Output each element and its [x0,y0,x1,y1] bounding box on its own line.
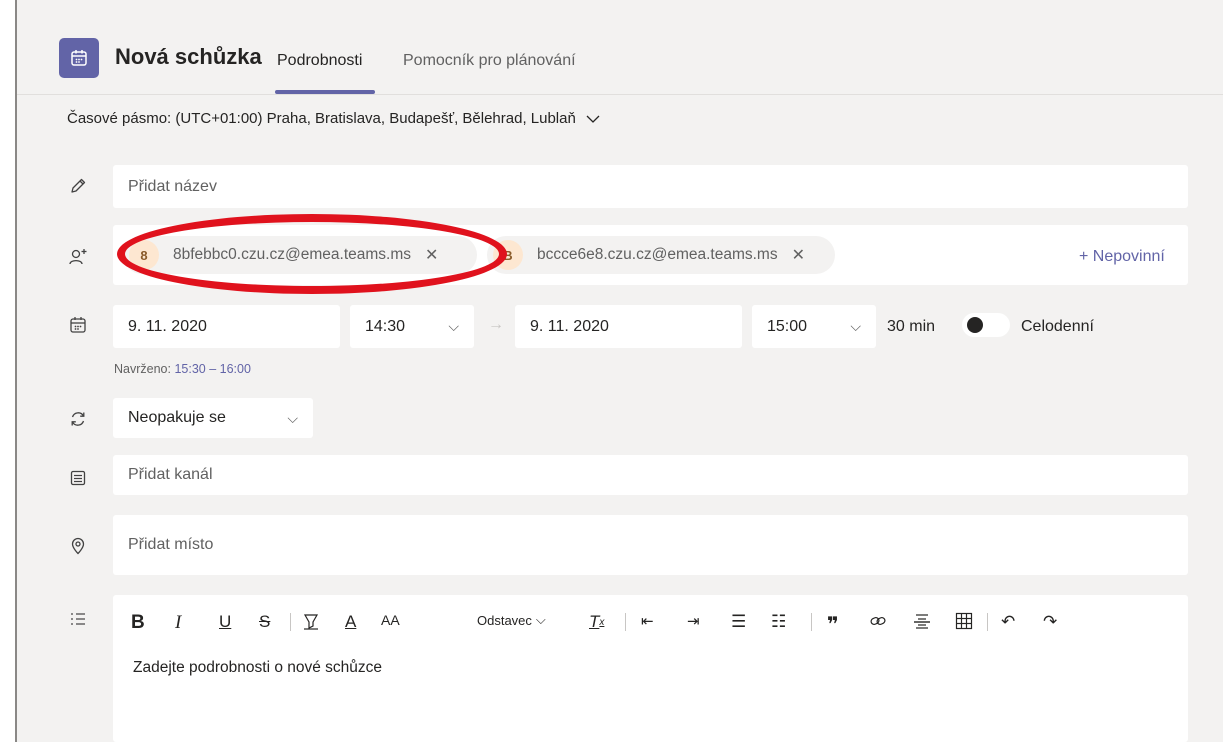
suggested-time: Navrženo: 15:30 – 16:00 [114,362,251,376]
end-time-select[interactable]: 15:00 ⌵ [752,305,876,348]
redo-icon[interactable]: ↷ [1043,612,1057,632]
toolbar-separator [290,613,291,631]
undo-icon[interactable]: ↶ [1001,612,1015,632]
paragraph-select[interactable]: Odstavec ⌵ [477,612,546,628]
editor-placeholder: Zadejte podrobnosti o nové schůzce [133,659,383,676]
channel-input[interactable]: Přidat kanál [113,455,1188,495]
start-time-value: 14:30 [365,317,406,335]
decrease-indent-icon[interactable]: ⇤ [641,612,654,630]
close-icon[interactable]: ✕ [792,245,805,265]
italic-icon[interactable]: I [175,612,181,634]
chevron-down-icon: ⌵ [287,409,298,426]
link-icon[interactable] [869,612,887,630]
tab-scheduling-assistant[interactable]: Pomocník pro plánování [403,52,576,70]
location-input[interactable]: Přidat místo [113,515,1188,575]
meeting-form: Nová schůzka Podrobnosti Pomocník pro pl… [15,0,1223,742]
all-day-toggle[interactable] [962,313,1010,337]
highlight-ring-annotation [117,214,507,294]
end-date-value: 9. 11. 2020 [530,317,609,335]
arrow-right-icon: → [488,316,504,333]
details-editor[interactable]: B I U S A AA Odstavec⌵ Tx ⇤ ⇥ ☰ ☷ ❞ ↶ ↷ [113,595,1188,742]
toolbar-separator [987,613,988,631]
clear-format-icon[interactable]: Tx [589,612,604,632]
bullet-list-icon[interactable]: ☰ [731,612,746,632]
attendee-chip[interactable]: B bccce6e8.czu.cz@emea.teams.ms ✕ [487,236,835,274]
toolbar-separator [811,613,812,631]
suggested-time-link[interactable]: 15:30 – 16:00 [174,362,250,376]
start-date-value: 9. 11. 2020 [128,317,207,335]
repeat-icon [67,408,89,430]
optional-attendees-link[interactable]: + Nepovinní [1079,248,1165,266]
start-time-select[interactable]: 14:30 ⌵ [350,305,474,348]
bold-icon[interactable]: B [131,612,145,634]
all-day-label: Celodenní [1021,318,1094,335]
repeat-value: Neopakuje se [128,409,226,426]
numbered-list-icon[interactable]: ☷ [771,612,786,632]
chevron-down-icon: ⌵ [850,318,861,334]
title-input[interactable]: Přidat název [113,165,1188,208]
repeat-select[interactable]: Neopakuje se ⌵ [113,398,313,438]
channel-icon [67,467,89,489]
horizontal-rule-icon[interactable] [913,612,931,630]
table-icon[interactable] [955,612,973,630]
chevron-down-icon [586,115,600,123]
tab-details[interactable]: Podrobnosti [277,52,362,70]
attendee-email: bccce6e8.czu.cz@emea.teams.ms [537,246,778,263]
pencil-icon [67,175,89,197]
channel-placeholder: Přidat kanál [128,466,213,483]
quote-icon[interactable]: ❞ [827,612,839,637]
paragraph-label: Odstavec [477,612,532,628]
end-date-input[interactable]: 9. 11. 2020 [515,305,742,348]
title-placeholder: Přidat název [128,177,217,195]
location-placeholder: Přidat místo [128,536,214,553]
duration-label: 30 min [887,318,936,335]
underline-icon[interactable]: U [219,612,231,632]
header: Nová schůzka Podrobnosti Pomocník pro pl… [17,0,1223,95]
calendar-app-icon [59,38,99,78]
toolbar-separator [625,613,626,631]
add-person-icon [67,246,89,268]
calendar-icon [67,314,89,336]
location-pin-icon [67,535,89,557]
timezone-selector[interactable]: Časové pásmo: (UTC+01:00) Praha, Bratisl… [67,110,600,127]
highlight-icon[interactable] [302,612,320,630]
font-color-icon[interactable]: A [345,612,356,632]
timezone-label: Časové pásmo: (UTC+01:00) Praha, Bratisl… [67,110,576,127]
start-date-input[interactable]: 9. 11. 2020 [113,305,340,348]
page-title: Nová schůzka [115,44,262,69]
end-time-value: 15:00 [767,317,808,335]
chevron-down-icon: ⌵ [448,318,459,334]
increase-indent-icon[interactable]: ⇥ [687,612,700,630]
chevron-down-icon: ⌵ [535,612,546,627]
font-size-icon[interactable]: AA [381,612,400,628]
active-tab-indicator [275,90,375,94]
details-list-icon [67,608,89,630]
suggested-label: Navrženo: [114,362,171,376]
strikethrough-icon[interactable]: S [259,612,270,632]
toggle-knob [967,317,983,333]
